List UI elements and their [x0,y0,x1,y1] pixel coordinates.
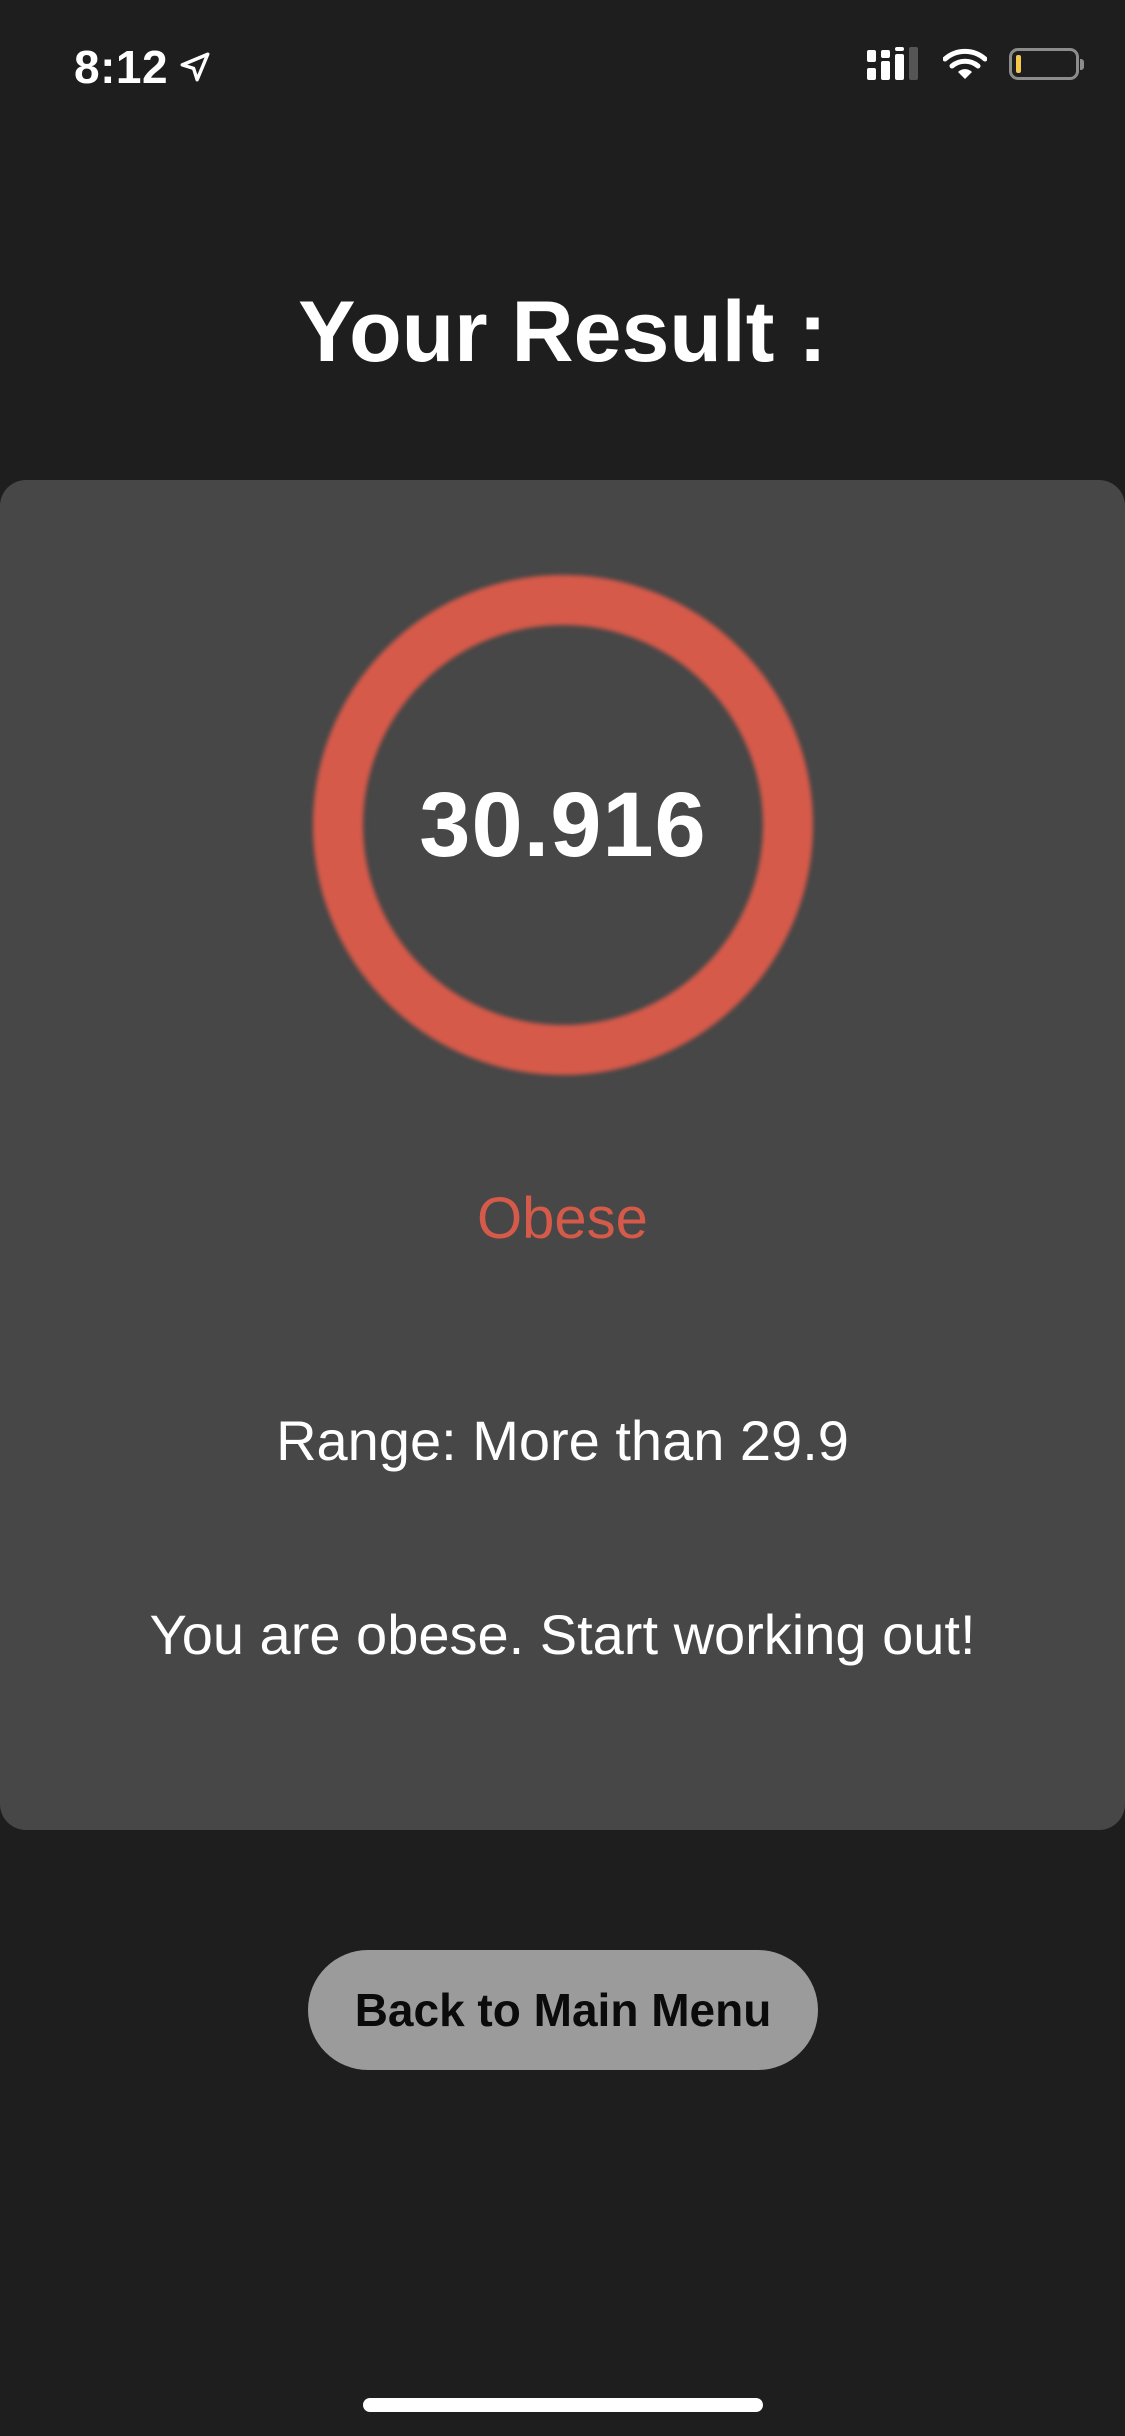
status-time-text: 8:12 [74,41,169,93]
status-indicators [867,46,1084,82]
location-arrow-icon [180,52,210,82]
bmi-category-label: Obese [477,1186,648,1251]
cellular-signal-icon [867,47,918,80]
bmi-advice-label: You are obese. Start working out! [149,1603,976,1666]
status-time: 8:12 [74,40,212,94]
back-to-main-menu-button[interactable]: Back to Main Menu [308,1950,818,2070]
wifi-icon [943,48,987,79]
status-bar: 8:12 [0,0,1125,135]
bmi-range-label: Range: More than 29.9 [276,1409,849,1472]
page-title: Your Result : [298,284,827,380]
bmi-value: 30.916 [419,773,707,876]
battery-level [1016,55,1021,73]
battery-icon [1009,48,1084,80]
home-indicator[interactable] [363,2398,763,2412]
